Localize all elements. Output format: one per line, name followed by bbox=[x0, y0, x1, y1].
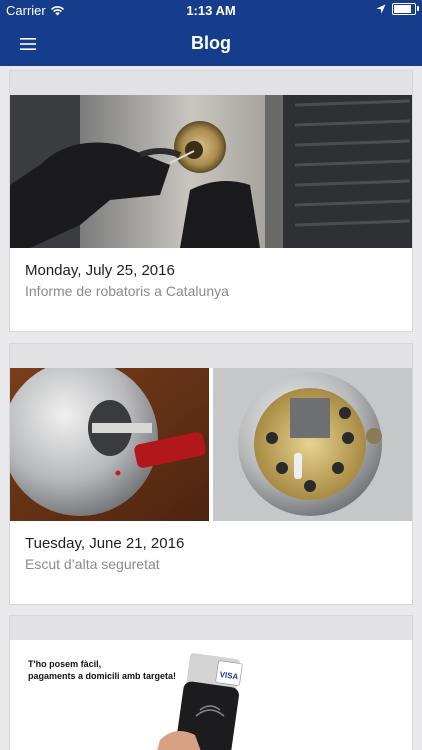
blog-post-card[interactable]: Tuesday, June 21, 2016 Escut d’alta segu… bbox=[9, 343, 413, 605]
card-header-strip bbox=[10, 71, 412, 95]
status-right bbox=[376, 3, 419, 15]
post-date: Tuesday, June 21, 2016 bbox=[25, 535, 185, 552]
security-shield-lock-image bbox=[10, 368, 412, 521]
card-terminal-image: VISA bbox=[157, 653, 243, 750]
post-image bbox=[10, 95, 412, 248]
post-title: Escut d’alta seguretat bbox=[25, 556, 160, 572]
post-image bbox=[10, 368, 412, 521]
page-title: Blog bbox=[191, 33, 231, 53]
blog-post-card[interactable]: Monday, July 25, 2016 Informe de robator… bbox=[9, 70, 413, 332]
location-arrow-icon bbox=[376, 4, 386, 14]
card-header-strip bbox=[10, 344, 412, 368]
battery-fill bbox=[394, 5, 411, 13]
post-image: T'ho posem fàcil, pagaments a domicili a… bbox=[10, 640, 412, 750]
post-title: Informe de robatoris a Catalunya bbox=[25, 283, 229, 299]
status-bar: Carrier 1:13 AM bbox=[0, 0, 422, 22]
battery-icon bbox=[392, 3, 419, 15]
post-text: Tuesday, June 21, 2016 Escut d’alta segu… bbox=[10, 521, 412, 572]
blog-post-card[interactable]: T'ho posem fàcil, pagaments a domicili a… bbox=[9, 615, 413, 750]
navigation-bar: Blog bbox=[0, 22, 422, 66]
card-header-strip bbox=[10, 616, 412, 640]
status-time: 1:13 AM bbox=[186, 3, 236, 18]
blog-feed[interactable]: Monday, July 25, 2016 Informe de robator… bbox=[0, 66, 422, 750]
post-text: Monday, July 25, 2016 Informe de robator… bbox=[10, 248, 412, 299]
post-date: Monday, July 25, 2016 bbox=[25, 262, 175, 279]
burglar-picking-lock-image bbox=[10, 95, 412, 248]
